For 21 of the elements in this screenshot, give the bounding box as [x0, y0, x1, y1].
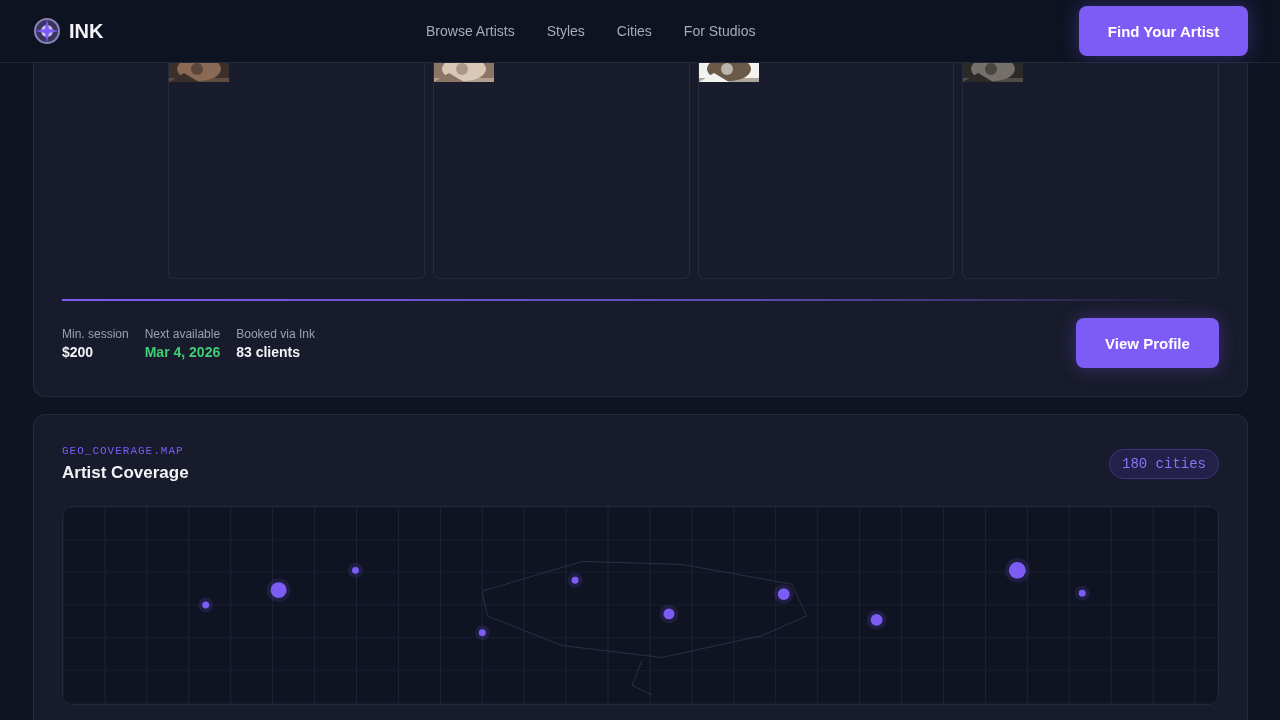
portfolio-tile[interactable]	[168, 63, 425, 279]
stat-label: Min. session	[62, 326, 129, 341]
nav-link[interactable]: Styles	[546, 23, 585, 39]
nav-link[interactable]: For Studios	[683, 23, 756, 39]
portfolio-tile[interactable]	[432, 63, 690, 279]
stat-value: 83 clients	[236, 343, 302, 360]
section-title: Artist Coverage	[62, 463, 189, 483]
stat-value: Mar 4, 2026	[144, 343, 221, 360]
stat-label: Booked via Ink	[236, 326, 315, 341]
portfolio-tile[interactable]	[962, 63, 1219, 279]
stat-value: $200	[62, 343, 95, 360]
compass-logo-icon	[33, 17, 61, 45]
portfolio-tile[interactable]	[697, 63, 955, 279]
find-artist-button[interactable]: Find Your Artist	[1079, 6, 1248, 56]
logo-text[interactable]: INK	[69, 19, 104, 43]
nav-link[interactable]: Cities	[616, 23, 652, 39]
section-code: GEO_COVERAGE.MAP	[62, 445, 185, 457]
nav-link[interactable]: Browse Artists	[426, 23, 515, 39]
stat-label: Next available	[144, 326, 221, 341]
city-count-badge: 180 cities	[1109, 449, 1219, 479]
view-profile-button[interactable]: View Profile	[1076, 318, 1219, 368]
